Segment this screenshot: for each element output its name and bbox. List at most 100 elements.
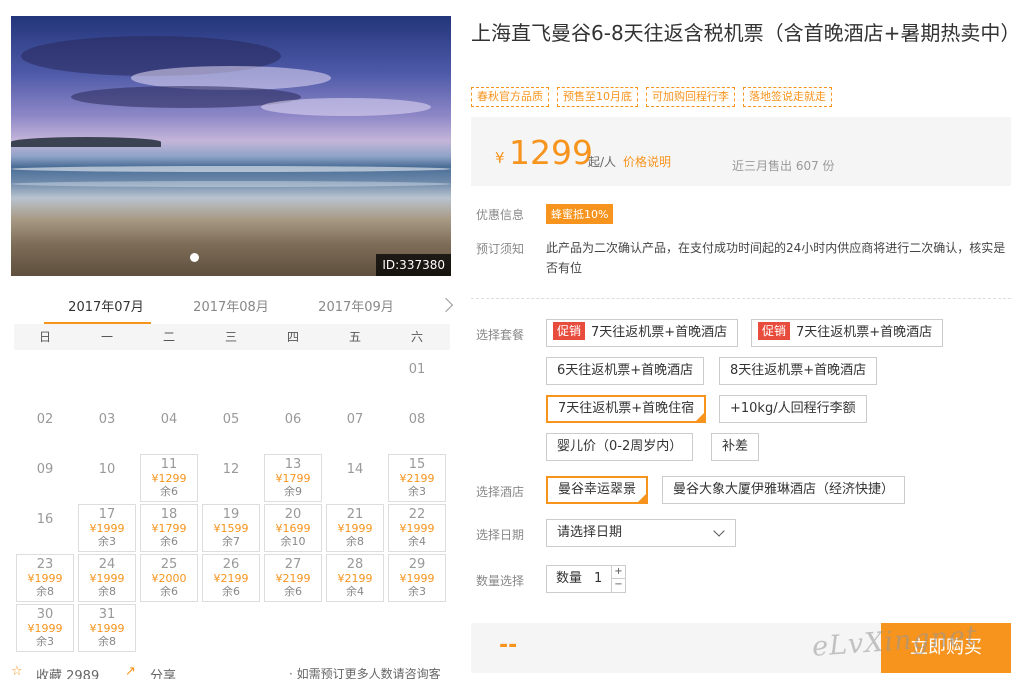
weekday: 五	[348, 330, 361, 344]
share-button[interactable]: 分享	[150, 665, 176, 679]
day-remaining: 余9	[284, 485, 302, 498]
package-option[interactable]: 促销 7天往返机票+首晚酒店	[751, 319, 944, 347]
calendar-day[interactable]: 27 ¥2199 余6	[264, 554, 322, 602]
footer-actions: ☆ 收藏 2989 ↗ 分享 · 如需预订更多人数请咨询客服	[11, 664, 451, 679]
sold-count: 近三月售出 607 份	[732, 159, 835, 173]
calendar-day[interactable]: 15 ¥2199 余3	[388, 454, 446, 502]
product-page: ID:337380 2017年07月 2017年08月 2017年09月 日 一…	[0, 0, 1020, 679]
hotel-option-selected[interactable]: 曼谷幸运翠景	[546, 476, 649, 504]
calendar-day: 08	[388, 404, 446, 452]
calendar-day: 16	[16, 504, 74, 552]
currency-symbol: ¥	[495, 149, 505, 167]
tab-month-1[interactable]: 2017年07月	[41, 296, 171, 315]
divider	[471, 298, 1011, 299]
date-label: 选择日期	[476, 528, 525, 542]
calendar-day: 10	[78, 454, 136, 502]
calendar-day[interactable]: 17 ¥1999 余3	[78, 504, 136, 552]
calendar-day[interactable]: 25 ¥2000 余6	[140, 554, 198, 602]
weekday: 四	[286, 330, 299, 344]
increment-button[interactable]: +	[611, 566, 625, 579]
photo-wave	[11, 181, 451, 187]
day-price: ¥1699	[275, 522, 311, 535]
weekday-header: 日 一 二 三 四 五 六	[14, 324, 450, 350]
decrement-button[interactable]: −	[611, 579, 625, 592]
day-remaining: 余6	[160, 535, 178, 548]
day-number: 24	[98, 557, 116, 572]
day-number: 20	[284, 507, 302, 522]
day-number: 30	[36, 607, 54, 622]
day-price: ¥2000	[151, 572, 187, 585]
day-number: 06	[284, 412, 302, 427]
calendar-day: 01	[388, 354, 446, 402]
package-option[interactable]: +10kg/人回程行李额	[719, 395, 867, 423]
notice-text: 此产品为二次确认产品，在支付成功时间起的24小时内供应商将进行二次确认，核实是否…	[546, 241, 1006, 275]
day-number: 26	[222, 557, 240, 572]
day-number: 08	[408, 412, 426, 427]
calendar-day[interactable]: 13 ¥1799 余9	[264, 454, 322, 502]
star-icon[interactable]: ☆	[11, 664, 23, 679]
calendar-day[interactable]: 30 ¥1999 余3	[16, 604, 74, 652]
day-price: ¥1999	[399, 572, 435, 585]
package-option[interactable]: 补差	[711, 433, 760, 461]
day-number: 25	[160, 557, 178, 572]
calendar-day[interactable]: 24 ¥1999 余8	[78, 554, 136, 602]
hotel-option[interactable]: 曼谷大象大厦伊雅琳酒店（经济快捷）	[662, 476, 906, 504]
day-number: 12	[222, 462, 240, 477]
price-explain-link[interactable]: 价格说明	[623, 153, 671, 170]
calendar-day: 02	[16, 404, 74, 452]
day-number: 02	[36, 412, 54, 427]
day-price: ¥2199	[337, 572, 373, 585]
day-number: 22	[408, 507, 426, 522]
photo-wave	[11, 166, 451, 172]
quantity-value[interactable]: 1	[594, 566, 602, 592]
hotel-label: 选择酒店	[476, 485, 525, 499]
calendar-day[interactable]: 20 ¥1699 余10	[264, 504, 322, 552]
tab-month-3[interactable]: 2017年09月	[291, 296, 421, 315]
package-option-label: 7天往返机票+首晚酒店	[591, 325, 728, 340]
feature-tag: 落地签说走就走	[743, 87, 832, 107]
tab-month-2[interactable]: 2017年08月	[166, 296, 296, 315]
date-select[interactable]: 请选择日期	[546, 519, 736, 547]
package-option[interactable]: 8天往返机票+首晚酒店	[719, 357, 878, 385]
calendar-day[interactable]: 29 ¥1999 余3	[388, 554, 446, 602]
day-price: ¥1999	[27, 622, 63, 635]
calendar-day: 07	[326, 404, 384, 452]
product-photo[interactable]: ID:337380	[11, 16, 451, 276]
package-option[interactable]: 促销 7天往返机票+首晚酒店	[546, 319, 739, 347]
calendar-day[interactable]: 18 ¥1799 余6	[140, 504, 198, 552]
hot-badge: 促销	[758, 322, 791, 340]
day-remaining: 余8	[346, 535, 364, 548]
chevron-right-icon[interactable]	[438, 297, 454, 313]
calendar-day[interactable]: 26 ¥2199 余6	[202, 554, 260, 602]
day-remaining: 余8	[98, 585, 116, 598]
carousel-dot[interactable]	[190, 253, 199, 262]
calendar-day[interactable]: 31 ¥1999 余8	[78, 604, 136, 652]
day-number: 10	[98, 462, 116, 477]
calendar-day[interactable]: 11 ¥1299 余6	[140, 454, 198, 502]
day-remaining: 余6	[160, 485, 178, 498]
day-remaining: 余7	[222, 535, 240, 548]
price-panel: ¥ 1299 起/人 价格说明 近三月售出 607 份	[471, 117, 1011, 186]
calendar-day[interactable]: 19 ¥1599 余7	[202, 504, 260, 552]
package-option[interactable]: 婴儿价（0-2周岁内）	[546, 433, 694, 461]
favorite-button[interactable]: 收藏 2989	[36, 665, 99, 679]
calendar-day[interactable]: 28 ¥2199 余4	[326, 554, 384, 602]
day-number: 01	[408, 362, 426, 377]
package-option-label: 7天往返机票+首晚酒店	[796, 325, 933, 340]
day-number: 16	[36, 512, 54, 527]
share-icon[interactable]: ↗	[125, 664, 136, 679]
day-number: 27	[284, 557, 302, 572]
calendar-day[interactable]: 23 ¥1999 余8	[16, 554, 74, 602]
day-number: 28	[346, 557, 364, 572]
image-id-badge: ID:337380	[376, 254, 451, 276]
day-remaining: 余6	[222, 585, 240, 598]
package-option[interactable]: 6天往返机票+首晚酒店	[546, 357, 705, 385]
calendar-day[interactable]: 22 ¥1999 余4	[388, 504, 446, 552]
feature-tag: 预售至10月底	[557, 87, 638, 107]
package-option-selected[interactable]: 7天往返机票+首晚住宿	[546, 395, 707, 423]
notice-label: 预订须知	[476, 242, 525, 256]
calendar-day[interactable]: 21 ¥1999 余8	[326, 504, 384, 552]
day-number: 18	[160, 507, 178, 522]
calendar-day: 14	[326, 454, 384, 502]
day-price: ¥1799	[151, 522, 187, 535]
